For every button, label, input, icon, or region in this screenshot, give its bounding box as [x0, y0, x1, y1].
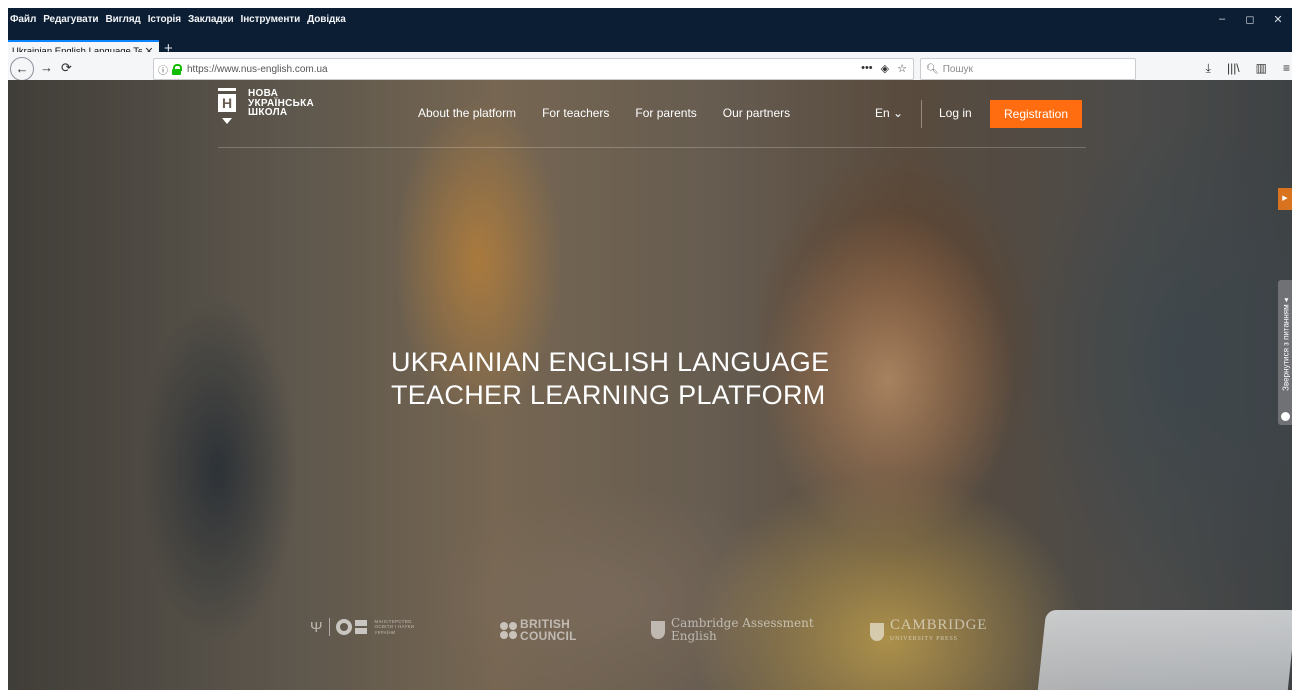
login-link[interactable]: Log in: [939, 106, 972, 120]
ministry-logo[interactable]: Ψ МІНІСТЕРСТВО ОСВІТИ І НАУКИ УКРАЇНИ: [310, 618, 414, 636]
address-bar[interactable]: ⓘ https://www.nus-english.com.ua ••• ◈ ☆: [153, 58, 914, 80]
restore-icon[interactable]: ◻: [1236, 13, 1264, 26]
nav-about-platform[interactable]: About the platform: [418, 106, 516, 120]
main-nav: About the platform For teachers For pare…: [418, 106, 790, 120]
close-window-icon[interactable]: ✕: [1264, 13, 1292, 26]
page-actions-menu-icon[interactable]: •••: [861, 62, 873, 75]
page-viewport: Н НОВА УКРАЇНСЬКА ШКОЛА About the platfo…: [8, 80, 1292, 690]
partner-logos: Ψ МІНІСТЕРСТВО ОСВІТИ І НАУКИ УКРАЇНИ BR…: [8, 612, 1292, 652]
nus-logo[interactable]: Н НОВА УКРАЇНСЬКА ШКОЛА: [218, 86, 314, 128]
cambridge-assessment-logo[interactable]: Cambridge Assessment English: [651, 617, 814, 643]
ministry-ring-icon: [335, 619, 352, 635]
url-text: https://www.nus-english.com.ua: [187, 63, 328, 75]
downloads-icon[interactable]: ⤓: [1206, 61, 1211, 76]
menu-history[interactable]: Історія: [148, 14, 181, 25]
nav-our-partners[interactable]: Our partners: [723, 106, 790, 120]
registration-button[interactable]: Registration: [990, 100, 1082, 128]
cambridge-shield-icon: [651, 621, 665, 639]
menu-help[interactable]: Довідка: [307, 14, 346, 25]
pocket-icon[interactable]: ◈: [881, 62, 889, 75]
library-icon[interactable]: |||\: [1227, 61, 1240, 76]
cambridge-press-shield-icon: [870, 623, 884, 641]
menu-bookmarks[interactable]: Закладки: [188, 14, 234, 25]
page-actions: ••• ◈ ☆: [861, 62, 907, 75]
browser-window: Файл Редагувати Вигляд Історія Закладки …: [8, 8, 1292, 88]
menu-bar: Файл Редагувати Вигляд Історія Закладки …: [8, 8, 1292, 30]
british-council-dots-icon: [500, 621, 517, 639]
logo-mark-icon: Н: [218, 86, 238, 128]
search-icon: 🔍︎: [926, 63, 939, 75]
menu-view[interactable]: Вигляд: [105, 14, 140, 25]
site-header: Н НОВА УКРАЇНСЬКА ШКОЛА About the platfo…: [218, 80, 1086, 148]
logo-text: НОВА УКРАЇНСЬКА ШКОЛА: [248, 88, 315, 118]
feedback-chat-icon[interactable]: [1281, 412, 1290, 421]
menu-hamburger-icon[interactable]: ≡: [1283, 61, 1290, 76]
search-placeholder: Пошук: [942, 63, 973, 75]
cambridge-university-press-logo[interactable]: CAMBRIDGE UNIVERSITY PRESS: [870, 618, 987, 646]
reload-icon[interactable]: ⟳: [61, 60, 72, 76]
nav-for-teachers[interactable]: For teachers: [542, 106, 609, 120]
back-icon[interactable]: ←: [10, 57, 34, 81]
menu-tools[interactable]: Інструменти: [241, 14, 301, 25]
header-divider: [921, 100, 922, 128]
bookmark-star-icon[interactable]: ☆: [897, 62, 907, 75]
side-play-arrow-icon[interactable]: ▶: [1278, 188, 1292, 210]
ministry-text: МІНІСТЕРСТВО ОСВІТИ І НАУКИ УКРАЇНИ: [374, 618, 415, 635]
british-council-logo[interactable]: BRITISH COUNCIL: [500, 618, 577, 642]
menu-edit[interactable]: Редагувати: [43, 14, 98, 25]
menu-file[interactable]: Файл: [10, 14, 36, 25]
window-controls: – ◻ ✕: [1208, 8, 1292, 30]
feedback-side-tab[interactable]: Звернутися з питанням ◂: [1278, 280, 1292, 425]
info-icon[interactable]: ⓘ: [158, 62, 168, 77]
lock-icon[interactable]: [172, 63, 182, 75]
hero-title: UKRAINIAN ENGLISH LANGUAGE TEACHER LEARN…: [391, 347, 830, 410]
nav-for-parents[interactable]: For parents: [635, 106, 696, 120]
screen-margin-top: [0, 0, 1292, 8]
trident-icon: Ψ: [310, 618, 323, 636]
language-selector[interactable]: En ⌄: [875, 106, 903, 120]
sidebar-icon[interactable]: ▥: [1256, 61, 1267, 76]
forward-icon[interactable]: →: [40, 60, 53, 75]
search-input[interactable]: 🔍︎ Пошук: [920, 58, 1136, 80]
minimize-icon[interactable]: –: [1208, 13, 1236, 25]
feedback-label: Звернутися з питанням ◂: [1281, 298, 1291, 391]
toolbar-icons: ⤓ |||\ ▥ ≡: [1206, 61, 1290, 76]
screen-margin-left: [0, 0, 8, 698]
tab-strip: Ukrainian English Language Teache ✕ +: [8, 30, 1292, 60]
page-bottom-strip: [8, 690, 1292, 698]
